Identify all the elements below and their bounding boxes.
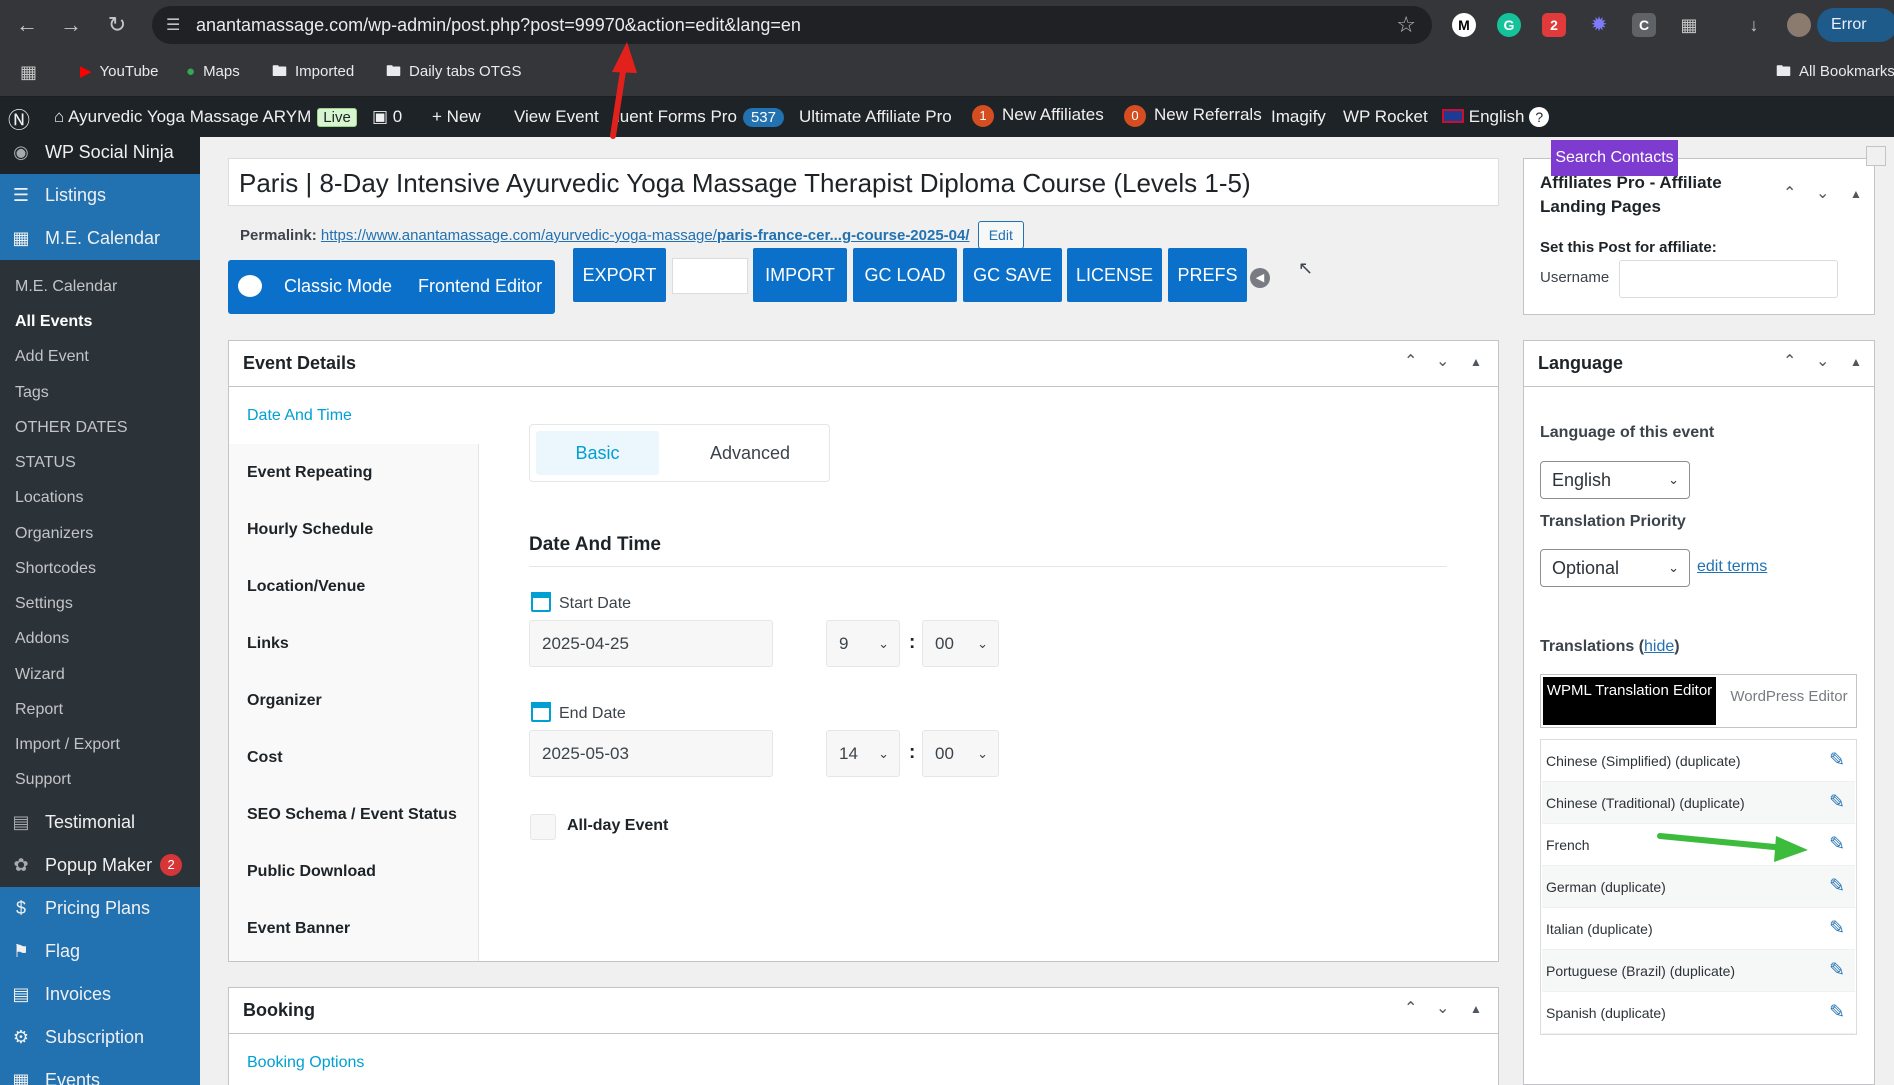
- annotation-overlay: [610, 42, 1808, 862]
- green-arrow-annotation: [1657, 833, 1808, 862]
- red-arrow-annotation: [610, 42, 637, 139]
- screen-root: ← → ↻ ☰ anantamassage.com/wp-admin/post.…: [0, 0, 1894, 1085]
